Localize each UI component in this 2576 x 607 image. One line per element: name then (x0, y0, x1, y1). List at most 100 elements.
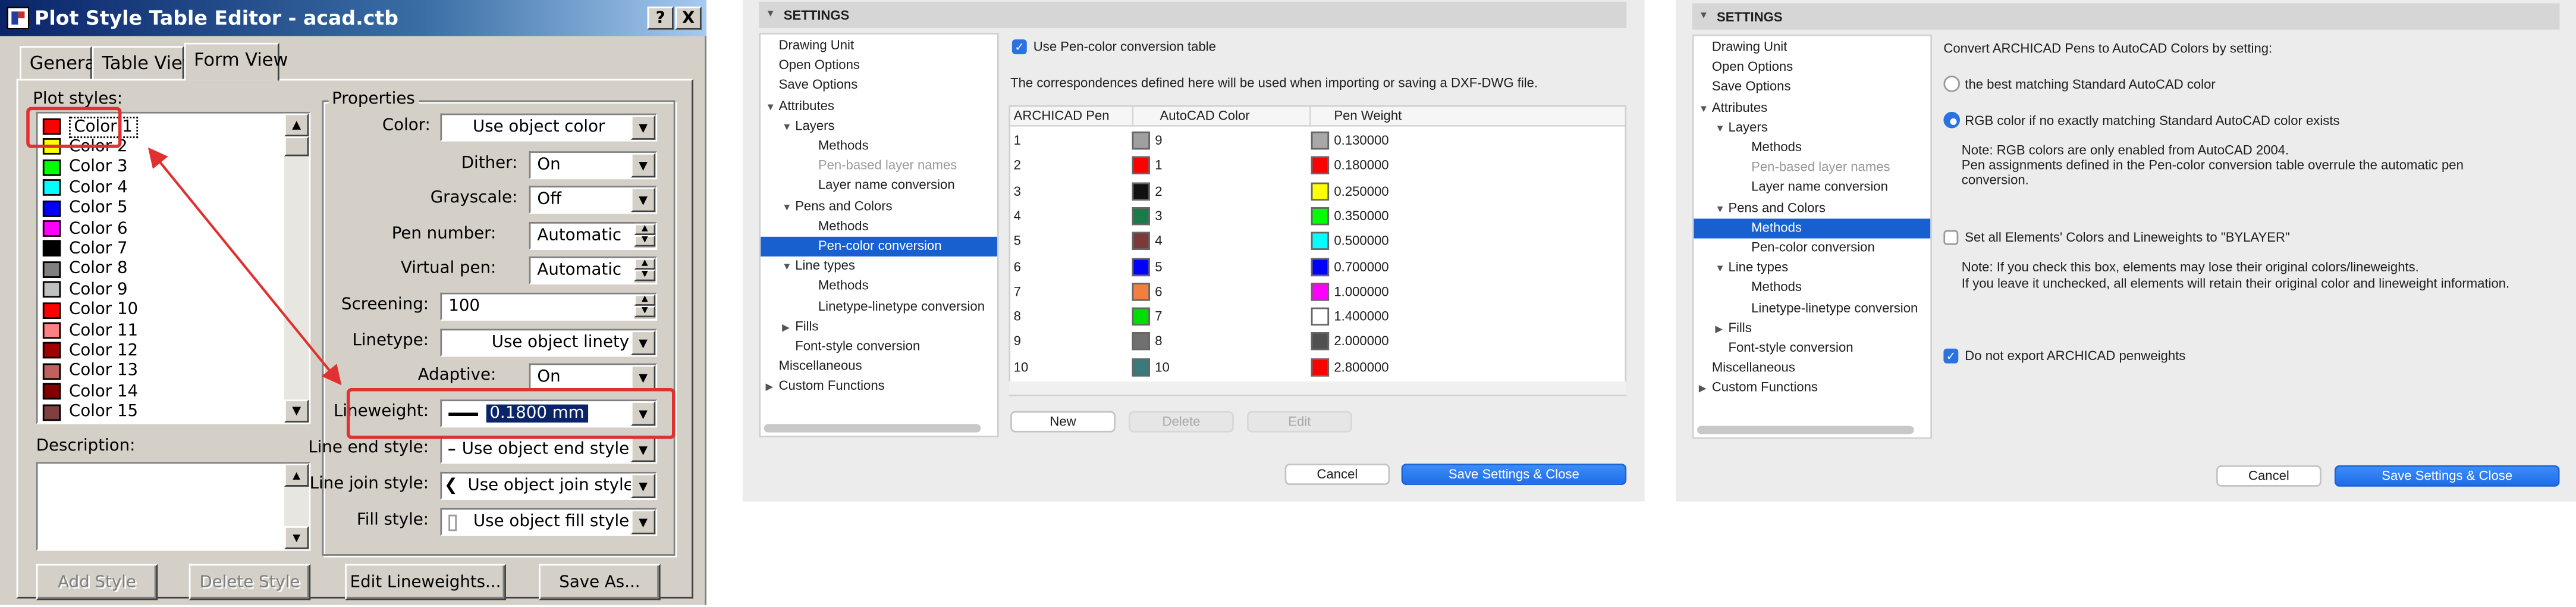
option-best-match-row[interactable]: the best matching Standard AutoCAD color (1943, 76, 2216, 92)
tree-node[interactable]: Miscellaneous (1694, 359, 1930, 378)
tree-node[interactable]: Miscellaneous (761, 357, 997, 377)
tree-node[interactable]: Open Options (1694, 58, 1930, 77)
tree-node[interactable]: Save Options (1694, 78, 1930, 98)
table-row[interactable]: 10 10 2.800000 (1010, 355, 1625, 379)
pen-weight-cell[interactable]: 1.000000 (1311, 279, 1389, 304)
table-scroll-track[interactable] (1009, 381, 1627, 395)
autocad-color-cell[interactable]: 7 (1132, 304, 1163, 328)
option-rgb-radio[interactable] (1943, 111, 1961, 129)
tree-node[interactable]: Linetype-linetype conversion (1694, 299, 1930, 318)
tree-node[interactable]: Layer name conversion (761, 177, 997, 196)
autocad-color-cell[interactable]: 2 (1132, 179, 1163, 203)
use-pen-color-checkbox[interactable]: ✓ (1011, 39, 1027, 55)
tab-form-view[interactable]: Form View (184, 42, 288, 81)
tree-node[interactable]: Pen-color conversion (1694, 239, 1930, 258)
table-row[interactable]: 7 6 1.000000 (1010, 279, 1625, 304)
autocad-color-cell[interactable]: 9 (1132, 128, 1163, 152)
table-row[interactable]: 2 1 0.180000 (1010, 154, 1625, 178)
table-row[interactable]: 9 8 2.000000 (1010, 330, 1625, 354)
autocad-color-cell[interactable]: 3 (1132, 204, 1163, 228)
settings-header[interactable]: ▼ SETTINGS (759, 1, 1627, 28)
bylayer-checkbox[interactable] (1943, 230, 1959, 245)
disclosure-down-icon[interactable]: ▼ (1699, 99, 1712, 119)
disclosure-down-icon[interactable]: ▼ (1715, 200, 1728, 220)
penweights-row[interactable]: ✓ Do not export ARCHICAD penweights (1943, 348, 2185, 364)
autocad-color-cell[interactable]: 4 (1132, 229, 1163, 254)
delete-button[interactable]: Delete (1129, 411, 1234, 433)
pen-weight-cell[interactable]: 0.130000 (1311, 128, 1389, 152)
tree-node[interactable]: Font-style conversion (761, 337, 997, 356)
column-header-autocad-color[interactable]: AutoCAD Color (1132, 107, 1296, 127)
new-button[interactable]: New (1010, 411, 1116, 433)
tree-node[interactable]: ▼ Line types (761, 257, 997, 277)
disclosure-down-icon[interactable]: ▼ (1715, 260, 1728, 280)
tree-node[interactable]: Linetype-linetype conversion (761, 297, 997, 317)
tree-node[interactable]: ▼ Pens and Colors (1694, 198, 1930, 218)
tree-horizontal-scrollbar[interactable] (1697, 425, 1914, 434)
disclosure-down-icon[interactable]: ▼ (1715, 120, 1728, 139)
edit-button[interactable]: Edit (1246, 411, 1352, 433)
tree-horizontal-scrollbar[interactable] (764, 424, 981, 433)
tree-node[interactable]: ▼ Pens and Colors (761, 196, 997, 216)
settings-tree[interactable]: Drawing Unit Open Options Save Options ▼ Att… (759, 33, 999, 437)
tree-node[interactable]: Layer name conversion (1694, 178, 1930, 198)
tree-node[interactable]: Pen-based layer names (761, 157, 997, 176)
tree-node[interactable]: ▼ Line types (1694, 258, 1930, 278)
pen-weight-cell[interactable]: 2.800000 (1311, 355, 1389, 379)
table-row[interactable]: 3 2 0.250000 (1010, 179, 1625, 203)
disclosure-down-icon[interactable]: ▼ (782, 198, 795, 218)
tree-node[interactable]: Methods (1694, 218, 1931, 239)
pen-weight-cell[interactable]: 0.250000 (1311, 179, 1389, 203)
tree-node[interactable]: Font-style conversion (1694, 339, 1930, 358)
option-rgb-row[interactable]: RGB color if no exactly matching Standar… (1943, 111, 2340, 129)
tree-node[interactable]: ▼ Attributes (761, 96, 997, 116)
tree-node[interactable]: Methods (1694, 279, 1930, 298)
table-row[interactable]: 5 4 0.500000 (1010, 229, 1625, 254)
tree-node[interactable]: Drawing Unit (761, 36, 997, 56)
table-row[interactable]: 1 9 0.130000 (1010, 128, 1625, 152)
disclosure-down-icon[interactable]: ▼ (782, 118, 795, 137)
tree-node[interactable]: Save Options (761, 76, 997, 96)
tree-node[interactable]: ▼ Attributes (1694, 98, 1930, 118)
penweights-checkbox[interactable]: ✓ (1943, 348, 1959, 364)
disclosure-down-icon[interactable]: ▼ (765, 10, 775, 20)
table-row[interactable]: 6 5 0.700000 (1010, 254, 1625, 279)
tree-node[interactable]: Drawing Unit (1694, 38, 1930, 58)
save-settings-close-button[interactable]: Save Settings & Close (2334, 465, 2560, 487)
tree-node[interactable]: Open Options (761, 56, 997, 76)
tree-node[interactable]: ▶ Custom Functions (761, 377, 997, 397)
table-row[interactable]: 8 7 1.400000 (1010, 304, 1625, 328)
column-header-archicad-pen[interactable]: ARCHICAD Pen (1014, 107, 1129, 127)
tree-node[interactable]: ▼ Layers (761, 117, 997, 136)
tree-node[interactable]: ▼ Layers (1694, 118, 1930, 137)
disclosure-down-icon[interactable]: ▼ (1699, 11, 1708, 21)
settings-tree[interactable]: Drawing Unit Open Options Save Options ▼ Att… (1692, 35, 1933, 439)
disclosure-right-icon[interactable]: ▶ (1715, 320, 1728, 340)
pen-weight-cell[interactable]: 1.400000 (1311, 304, 1389, 328)
autocad-color-cell[interactable]: 6 (1132, 279, 1163, 304)
tree-node[interactable]: Methods (761, 217, 997, 236)
tree-node[interactable]: ▶ Custom Functions (1694, 379, 1930, 399)
tree-node[interactable]: ▶ Fills (1694, 318, 1930, 338)
pen-weight-cell[interactable]: 0.180000 (1311, 154, 1389, 178)
disclosure-right-icon[interactable]: ▶ (782, 318, 795, 338)
use-pen-color-row[interactable]: ✓ Use Pen-color conversion table (1011, 39, 1216, 55)
tree-node[interactable]: Methods (1694, 138, 1930, 158)
disclosure-down-icon[interactable]: ▼ (782, 258, 795, 278)
autocad-color-cell[interactable]: 8 (1132, 330, 1163, 354)
tree-node[interactable]: Methods (761, 277, 997, 296)
cancel-button[interactable]: Cancel (2216, 465, 2321, 487)
tree-node[interactable]: ▶ Fills (761, 317, 997, 337)
column-header-pen-weight[interactable]: Pen Weight (1309, 107, 1490, 127)
pen-weight-cell[interactable]: 0.700000 (1311, 254, 1389, 279)
autocad-color-cell[interactable]: 5 (1132, 254, 1163, 279)
settings-header[interactable]: ▼ SETTINGS (1692, 3, 2560, 30)
tree-node[interactable]: Pen-color conversion (761, 236, 998, 256)
autocad-color-cell[interactable]: 10 (1132, 355, 1170, 379)
disclosure-right-icon[interactable]: ▶ (765, 379, 778, 399)
pen-color-table[interactable]: ARCHICAD Pen AutoCAD Color Pen Weight 1 9… (1009, 105, 1627, 396)
pen-weight-cell[interactable]: 2.000000 (1311, 330, 1389, 354)
save-settings-close-button[interactable]: Save Settings & Close (1401, 464, 1627, 486)
pen-weight-cell[interactable]: 0.500000 (1311, 229, 1389, 254)
autocad-color-cell[interactable]: 1 (1132, 154, 1163, 178)
